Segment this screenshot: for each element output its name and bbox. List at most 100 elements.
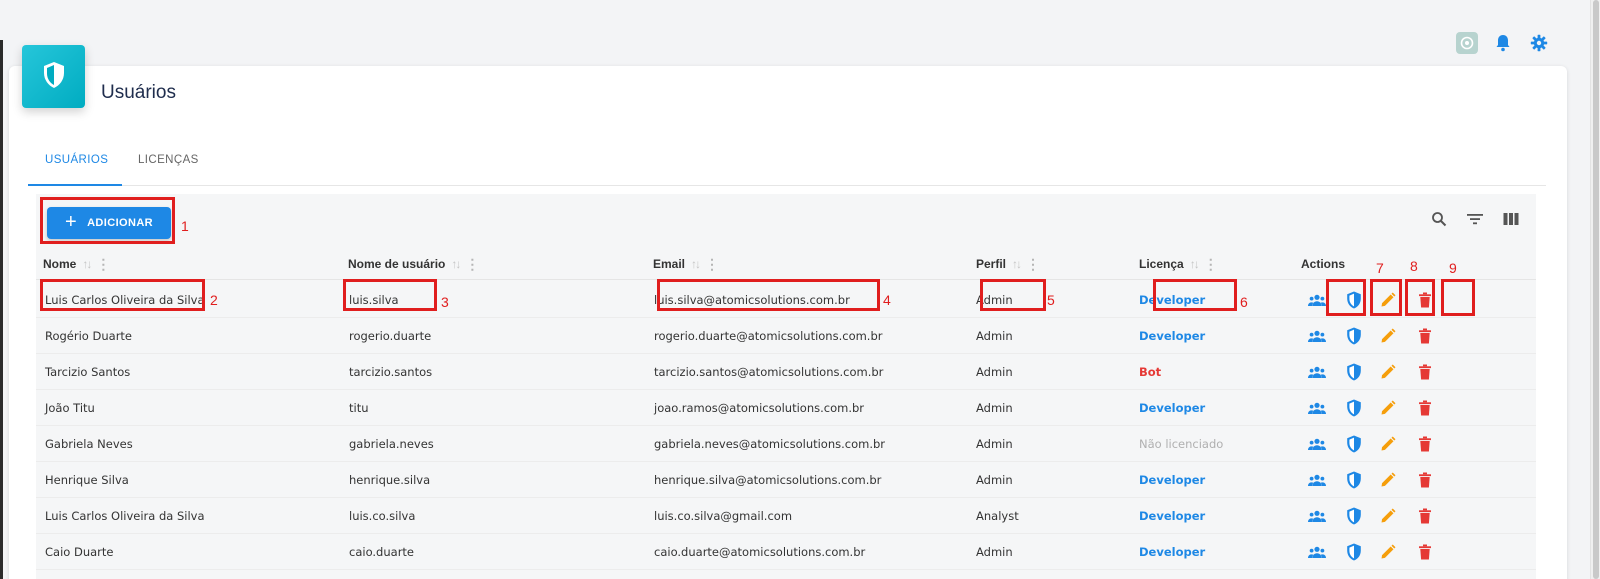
annotation-box-5 [980,279,1046,311]
shield-icon[interactable] [1344,362,1364,382]
sort-icon[interactable]: ↑↓ [1012,257,1022,271]
filter-icon[interactable] [1466,210,1484,228]
column-header-perfil[interactable]: Perfil ↑↓ ⋮ [976,257,1040,271]
cell-email: gabriela.neves@atomicsolutions.com.br [654,437,886,451]
column-label: Nome [43,257,77,271]
sort-icon[interactable]: ↑↓ [451,257,461,271]
sort-icon[interactable]: ↑↓ [691,257,701,271]
tab-licencas[interactable]: LICENÇAS [138,154,199,166]
column-menu-icon[interactable]: ⋮ [1204,257,1218,271]
table-row[interactable]: João Titu titu joao.ramos@atomicsolutions.… [36,390,1536,426]
annotation-number-4: 4 [883,292,891,308]
annotation-box-3 [343,279,437,311]
column-header-nome[interactable]: Nome ↑↓ ⋮ [43,257,110,271]
cell-email: tarcizio.santos@atomicsolutions.com.br [654,365,884,379]
column-label: Email [653,257,686,271]
pencil-icon[interactable] [1378,470,1398,490]
table-toolbar [1430,210,1520,228]
column-header-licenca[interactable]: Licença ↑↓ ⋮ [1139,257,1218,271]
annotation-number-3: 3 [441,294,449,310]
cell-username: luis.co.silva [349,509,416,523]
trash-icon[interactable] [1415,326,1435,346]
annotation-number-1: 1 [181,218,189,234]
shield-icon[interactable] [1344,326,1364,346]
column-header-nome-de-usuario[interactable]: Nome de usuário ↑↓ ⋮ [348,257,479,271]
cell-name: Luis Carlos Oliveira da Silva [45,509,205,523]
trash-icon[interactable] [1415,506,1435,526]
annotation-number-2: 2 [210,292,218,308]
table-row[interactable]: Caio Duarte caio.duarte caio.duarte@atomic… [36,534,1536,570]
pencil-icon[interactable] [1378,434,1398,454]
cell-username: caio.duarte [349,545,415,559]
cell-username: rogerio.duarte [349,329,432,343]
pencil-icon[interactable] [1378,542,1398,562]
cell-profile: Admin [976,365,1013,379]
annotation-number-7: 7 [1376,260,1384,276]
annotation-box-6 [1153,279,1237,311]
users-icon[interactable] [1307,506,1327,526]
cell-profile: Admin [976,473,1013,487]
pencil-icon[interactable] [1378,506,1398,526]
column-menu-icon[interactable]: ⋮ [465,257,479,271]
column-menu-icon[interactable]: ⋮ [96,257,110,271]
annotation-number-6: 6 [1240,294,1248,310]
scrollbar-thumb[interactable] [1593,0,1599,579]
cell-email: henrique.silva@atomicsolutions.com.br [654,473,882,487]
shield-icon[interactable] [1344,470,1364,490]
trash-icon[interactable] [1415,542,1435,562]
trash-icon[interactable] [1415,434,1435,454]
annotation-number-8: 8 [1410,258,1418,274]
users-icon[interactable] [1307,362,1327,382]
sort-icon[interactable]: ↑↓ [82,257,92,271]
page-title: Usuários [101,82,176,103]
bell-icon[interactable] [1492,32,1514,54]
users-icon[interactable] [1307,434,1327,454]
search-icon[interactable] [1430,210,1448,228]
column-header-actions: Actions [1301,257,1345,271]
column-label: Perfil [976,257,1007,271]
shield-icon[interactable] [1344,506,1364,526]
shield-icon[interactable] [1344,398,1364,418]
cell-license: Developer [1139,473,1206,487]
tab-usuarios[interactable]: USUÁRIOS [45,154,108,166]
pencil-icon[interactable] [1378,362,1398,382]
cell-profile: Admin [976,329,1013,343]
table-row[interactable]: Gabriela Neves gabriela.neves gabriela.nev… [36,426,1536,462]
trash-icon[interactable] [1415,470,1435,490]
table-row[interactable]: Rogério Duarte rogerio.duarte rogerio.duar… [36,318,1536,354]
shield-icon[interactable] [1344,542,1364,562]
column-header-email[interactable]: Email ↑↓ ⋮ [653,257,719,271]
users-icon[interactable] [1307,398,1327,418]
column-menu-icon[interactable]: ⋮ [705,257,719,271]
left-window-edge [0,40,3,579]
annotation-box-4 [657,279,880,311]
column-menu-icon[interactable]: ⋮ [1026,257,1040,271]
annotation-number-9: 9 [1449,260,1457,276]
users-icon[interactable] [1307,326,1327,346]
page-scrollbar[interactable] [1590,0,1600,579]
cell-license: Developer [1139,509,1206,523]
cell-license: Developer [1139,401,1206,415]
users-icon[interactable] [1307,542,1327,562]
cell-email: caio.duarte@atomicsolutions.com.br [654,545,866,559]
cell-name: Rogério Duarte [45,329,133,343]
table-row[interactable]: Tarcizio Santos tarcizio.santos tarcizio.s… [36,354,1536,390]
columns-icon[interactable] [1502,210,1520,228]
ai-assistant-icon[interactable] [1456,32,1478,54]
pencil-icon[interactable] [1378,398,1398,418]
table-row[interactable]: Henrique Silva henrique.silva henrique.sil… [36,462,1536,498]
users-icon[interactable] [1307,470,1327,490]
trash-icon[interactable] [1415,398,1435,418]
gear-icon[interactable] [1528,32,1550,54]
column-label: Actions [1301,257,1346,271]
users-icon[interactable] [1307,290,1327,310]
shield-icon[interactable] [1344,434,1364,454]
column-label: Licença [1139,257,1184,271]
cell-name: João Titu [45,401,95,415]
page-badge [22,45,85,108]
cell-email: rogerio.duarte@atomicsolutions.com.br [654,329,883,343]
trash-icon[interactable] [1415,362,1435,382]
sort-icon[interactable]: ↑↓ [1190,257,1200,271]
pencil-icon[interactable] [1378,326,1398,346]
table-row[interactable]: Luis Carlos Oliveira da Silva luis.co.sil… [36,498,1536,534]
